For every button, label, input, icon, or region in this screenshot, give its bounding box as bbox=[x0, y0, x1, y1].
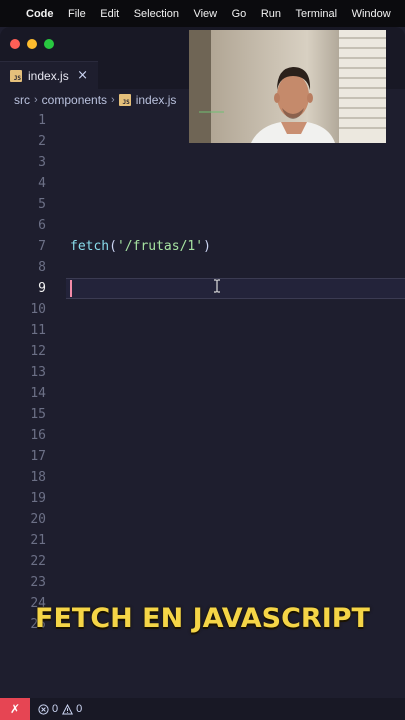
editor-line: 10 bbox=[0, 299, 405, 320]
ibeam-cursor-icon bbox=[214, 279, 220, 293]
macos-menu-bar: Code File Edit Selection View Go Run Ter… bbox=[0, 0, 405, 27]
line-number: 5 bbox=[38, 197, 46, 212]
line-number: 20 bbox=[30, 512, 46, 527]
line-number: 19 bbox=[30, 491, 46, 506]
editor-line: 7 fetch('/frutas/1') bbox=[0, 236, 405, 257]
javascript-file-icon: JS bbox=[118, 94, 131, 106]
editor-line: 3 bbox=[0, 152, 405, 173]
line-number: 18 bbox=[30, 470, 46, 485]
minimize-window-button[interactable] bbox=[27, 39, 37, 49]
current-line-highlight bbox=[66, 278, 405, 299]
editor-line: 14 bbox=[0, 383, 405, 404]
status-bar: ✗ 0 0 bbox=[0, 698, 405, 720]
tab-index-js[interactable]: JS index.js × bbox=[0, 61, 98, 89]
presenter-video-frame bbox=[189, 30, 386, 143]
line-number: 7 bbox=[38, 239, 46, 254]
tab-label: index.js bbox=[28, 68, 69, 83]
editor-line: 18 bbox=[0, 467, 405, 488]
warning-count: 0 bbox=[76, 703, 83, 715]
editor-line: 17 bbox=[0, 446, 405, 467]
video-caption: FETCH EN JAVASCRIPT bbox=[35, 603, 370, 634]
chevron-right-icon: › bbox=[111, 94, 115, 106]
editor-line: 21 bbox=[0, 530, 405, 551]
line-number: 11 bbox=[30, 323, 46, 338]
line-number: 10 bbox=[30, 302, 46, 317]
menu-go[interactable]: Go bbox=[232, 8, 247, 20]
editor-line: 22 bbox=[0, 551, 405, 572]
close-icon[interactable]: × bbox=[77, 68, 88, 83]
menu-file[interactable]: File bbox=[68, 8, 86, 20]
line-number: 16 bbox=[30, 428, 46, 443]
line-number: 17 bbox=[30, 449, 46, 464]
code-close-paren: ) bbox=[203, 239, 211, 254]
editor-line: 20 bbox=[0, 509, 405, 530]
editor-line: 19 bbox=[0, 488, 405, 509]
menu-window[interactable]: Window bbox=[352, 8, 391, 20]
webcam-overlay bbox=[189, 30, 386, 143]
menu-edit[interactable]: Edit bbox=[100, 8, 119, 20]
line-number: 12 bbox=[30, 344, 46, 359]
line-number-active: 9 bbox=[38, 281, 46, 296]
editor-line: 23 bbox=[0, 572, 405, 593]
error-icon bbox=[38, 703, 49, 715]
menu-selection[interactable]: Selection bbox=[134, 8, 179, 20]
line-number: 22 bbox=[30, 554, 46, 569]
remote-indicator-button[interactable]: ✗ bbox=[0, 698, 30, 720]
code-function-name: fetch bbox=[70, 239, 110, 254]
error-count: 0 bbox=[52, 703, 59, 715]
breadcrumb-src[interactable]: src bbox=[14, 93, 30, 107]
line-number: 3 bbox=[38, 155, 46, 170]
menu-run[interactable]: Run bbox=[261, 8, 281, 20]
problems-indicator[interactable]: 0 0 bbox=[38, 703, 86, 715]
javascript-file-icon: JS bbox=[10, 69, 22, 82]
editor-line-active: 9 bbox=[0, 278, 405, 299]
editor-line: 11 bbox=[0, 320, 405, 341]
line-number: 8 bbox=[38, 260, 46, 275]
line-number: 6 bbox=[38, 218, 46, 233]
editor-line: 13 bbox=[0, 362, 405, 383]
zoom-window-button[interactable] bbox=[44, 39, 54, 49]
close-window-button[interactable] bbox=[10, 39, 20, 49]
editor-line: 12 bbox=[0, 341, 405, 362]
line-number: 15 bbox=[30, 407, 46, 422]
code-string-url: '/frutas/1' bbox=[116, 239, 204, 254]
menu-view[interactable]: View bbox=[193, 8, 217, 20]
editor-line: 8 bbox=[0, 257, 405, 278]
line-number: 21 bbox=[30, 533, 46, 548]
menu-app-name[interactable]: Code bbox=[26, 8, 54, 20]
text-cursor bbox=[70, 280, 72, 297]
editor-line: 5 bbox=[0, 194, 405, 215]
chevron-right-icon: › bbox=[34, 94, 38, 106]
editor-line: 16 bbox=[0, 425, 405, 446]
code-open-paren: ( bbox=[109, 239, 117, 254]
line-number: 1 bbox=[38, 113, 46, 128]
line-number: 23 bbox=[30, 575, 46, 590]
editor-line: 4 bbox=[0, 173, 405, 194]
line-number: 2 bbox=[38, 134, 46, 149]
menu-terminal[interactable]: Terminal bbox=[296, 8, 338, 20]
line-number: 13 bbox=[30, 365, 46, 380]
breadcrumb-components[interactable]: components bbox=[42, 93, 107, 107]
code-editor[interactable]: 1 2 3 4 5 6 7 fetch('/frutas/1') 8 9 10 … bbox=[0, 110, 405, 670]
editor-line: 6 bbox=[0, 215, 405, 236]
code-fetch-call: fetch('/frutas/1') bbox=[70, 236, 211, 257]
line-number: 4 bbox=[38, 176, 46, 191]
breadcrumb-file[interactable]: index.js bbox=[136, 93, 177, 107]
warning-icon bbox=[62, 703, 74, 714]
line-number: 14 bbox=[30, 386, 46, 401]
editor-line: 15 bbox=[0, 404, 405, 425]
